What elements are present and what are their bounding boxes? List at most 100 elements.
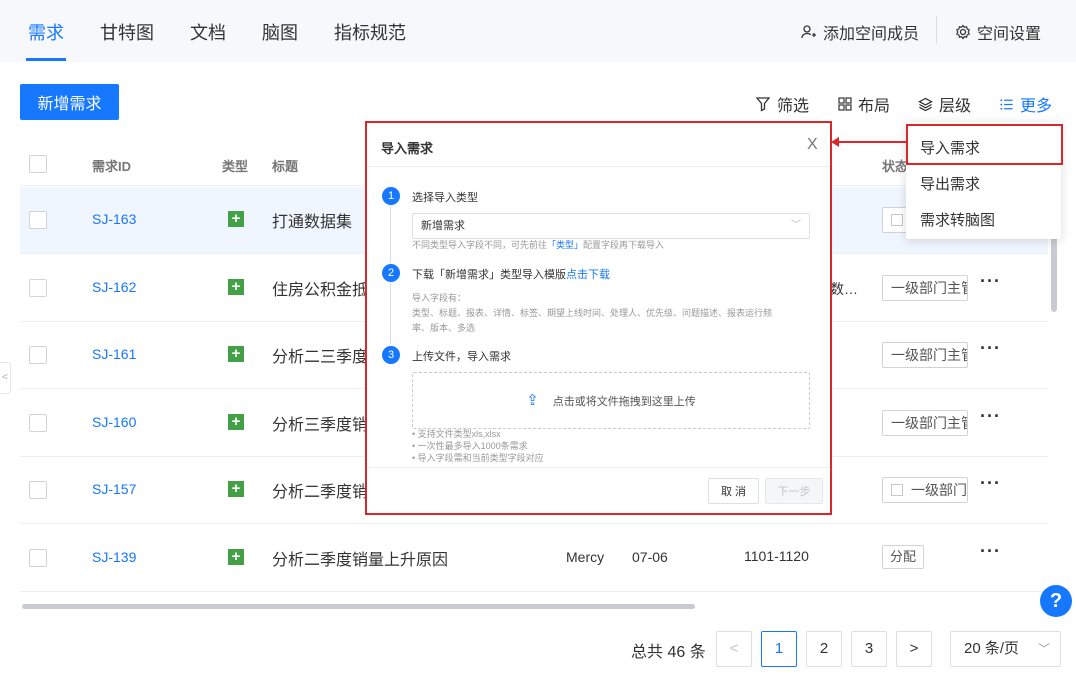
requirement-id-link[interactable]: SJ-157 bbox=[92, 481, 136, 497]
vertical-scrollbar[interactable] bbox=[1051, 236, 1057, 312]
prev-page-button[interactable]: < bbox=[716, 631, 752, 667]
grid-icon bbox=[838, 97, 852, 111]
step-1-badge: 1 bbox=[382, 187, 400, 205]
help-button[interactable]: ? bbox=[1040, 585, 1072, 617]
horizontal-scrollbar[interactable] bbox=[22, 604, 695, 609]
new-requirement-button[interactable]: 新增需求 bbox=[20, 84, 119, 120]
layout-button[interactable]: 布局 bbox=[838, 92, 890, 116]
row-checkbox[interactable] bbox=[29, 549, 47, 567]
row-checkbox[interactable] bbox=[29, 279, 47, 297]
status-select[interactable]: 一级部门主管 bbox=[882, 410, 968, 436]
assign-button[interactable]: 分配 bbox=[882, 545, 925, 569]
requirement-range: 数… bbox=[830, 281, 858, 297]
row-more-icon[interactable]: ··· bbox=[980, 338, 1001, 359]
header-title[interactable]: 标题 bbox=[272, 156, 298, 175]
import-fields-line: 类型、标题、报表、详情、标签、期望上线时间、处理人、优先级、问题描述、报表运行频 bbox=[412, 308, 773, 318]
dialog-title: 导入需求 bbox=[381, 141, 434, 156]
requirement-id-link[interactable]: SJ-160 bbox=[92, 414, 136, 430]
tab-gantt[interactable]: 甘特图 bbox=[100, 19, 154, 45]
requirement-owner: Mercy bbox=[566, 549, 605, 565]
row-checkbox[interactable] bbox=[29, 346, 47, 364]
upload-icon: ⇪ bbox=[526, 392, 539, 409]
row-checkbox[interactable] bbox=[29, 414, 47, 432]
cancel-button[interactable]: 取 消 bbox=[708, 478, 759, 504]
requirement-id-link[interactable]: SJ-162 bbox=[92, 279, 136, 295]
status-checkbox[interactable] bbox=[891, 214, 903, 226]
page-size-select[interactable]: 20 条/页 ﹀ bbox=[950, 631, 1061, 667]
import-highlight-box bbox=[906, 124, 1063, 165]
requirement-date: 07-06 bbox=[632, 549, 668, 565]
page-1-button[interactable]: 1 bbox=[761, 631, 797, 667]
layout-label: 布局 bbox=[858, 98, 891, 115]
upload-note: • 导入字段需和当前类型字段对应 bbox=[412, 453, 544, 463]
menu-item-to-mindmap[interactable]: 需求转脑图 bbox=[920, 209, 995, 230]
import-type-select[interactable]: 新增需求 ﹀ bbox=[412, 213, 810, 239]
upload-dropzone[interactable]: ⇪ 点击或将文件拖拽到这里上传 bbox=[412, 372, 810, 429]
sidebar-collapse-button[interactable]: < bbox=[0, 362, 11, 394]
status-select[interactable]: 一级部门主管 bbox=[882, 275, 968, 301]
level-button[interactable]: 层级 bbox=[918, 92, 971, 116]
filter-label: 筛选 bbox=[777, 98, 810, 115]
active-tab-indicator bbox=[26, 58, 66, 61]
step-1-title: 选择导入类型 bbox=[412, 192, 478, 204]
table-row[interactable]: SJ-139 + 分析二季度销量上升原因 Mercy 07-06 1101-11… bbox=[20, 525, 1048, 592]
tab-metric-spec[interactable]: 指标规范 bbox=[334, 19, 406, 45]
status-select[interactable]: 一级部门主管 bbox=[882, 342, 968, 368]
dialog-footer-divider bbox=[367, 467, 830, 468]
list-icon bbox=[1000, 98, 1013, 110]
row-more-icon[interactable]: ··· bbox=[980, 473, 1001, 494]
step-connector bbox=[390, 205, 391, 263]
tab-mindmap[interactable]: 脑图 bbox=[262, 19, 298, 45]
requirement-title[interactable]: 分析二三季度 bbox=[272, 343, 368, 367]
close-icon[interactable]: X bbox=[807, 136, 818, 154]
row-more-icon[interactable]: ··· bbox=[980, 406, 1001, 427]
step-2-badge: 2 bbox=[382, 264, 400, 282]
import-fields-line: 率、版本、多选 bbox=[412, 323, 476, 333]
chevron-down-icon: ﹀ bbox=[1037, 642, 1050, 656]
row-more-icon[interactable]: ··· bbox=[980, 271, 1001, 292]
select-all-checkbox[interactable] bbox=[29, 155, 47, 173]
tab-requirements[interactable]: 需求 bbox=[28, 19, 64, 45]
requirement-type-icon: + bbox=[228, 279, 244, 295]
space-settings-label: 空间设置 bbox=[977, 26, 1042, 43]
requirement-type-icon: + bbox=[228, 211, 244, 227]
requirement-title[interactable]: 分析三季度销 bbox=[272, 411, 368, 435]
gear-icon bbox=[955, 24, 971, 40]
add-member-button[interactable]: 添加空间成员 bbox=[801, 20, 919, 44]
next-step-button[interactable]: 下一步 bbox=[765, 478, 823, 504]
status-select[interactable]: 一级部门主 bbox=[882, 477, 968, 503]
requirement-title[interactable]: 分析二季度销量上升原因 bbox=[272, 546, 448, 570]
requirement-id-link[interactable]: SJ-163 bbox=[92, 211, 136, 227]
step-2-title: 下载「新增需求」类型导入模版点击下载 bbox=[412, 269, 610, 281]
menu-item-export[interactable]: 导出需求 bbox=[920, 173, 980, 194]
tab-docs[interactable]: 文档 bbox=[190, 19, 226, 45]
nav-divider bbox=[936, 16, 937, 44]
requirement-title[interactable]: 打通数据集 bbox=[272, 208, 352, 232]
requirement-id-link[interactable]: SJ-139 bbox=[92, 549, 136, 565]
row-more-icon[interactable]: ··· bbox=[980, 541, 1001, 562]
requirement-type-icon: + bbox=[228, 481, 244, 497]
filter-icon bbox=[755, 97, 771, 112]
requirement-range: 1101-1120 bbox=[744, 548, 809, 564]
next-page-button[interactable]: > bbox=[896, 631, 932, 667]
type-config-link[interactable]: 「类型」 bbox=[547, 240, 583, 250]
space-settings-button[interactable]: 空间设置 bbox=[955, 20, 1041, 44]
header-status[interactable]: 状态 bbox=[882, 156, 908, 175]
more-button[interactable]: 更多 bbox=[999, 92, 1052, 116]
download-template-link[interactable]: 点击下载 bbox=[566, 269, 610, 281]
filter-button[interactable]: 筛选 bbox=[755, 92, 809, 116]
dialog-divider bbox=[367, 166, 830, 167]
requirement-id-link[interactable]: SJ-161 bbox=[92, 346, 136, 362]
status-checkbox[interactable] bbox=[891, 484, 903, 496]
header-type[interactable]: 类型 bbox=[222, 156, 248, 175]
page-3-button[interactable]: 3 bbox=[851, 631, 887, 667]
annotation-arrow-head bbox=[831, 137, 839, 147]
requirement-title[interactable]: 分析二季度销 bbox=[272, 478, 368, 502]
header-id[interactable]: 需求ID bbox=[92, 156, 131, 175]
page-2-button[interactable]: 2 bbox=[806, 631, 842, 667]
row-checkbox[interactable] bbox=[29, 211, 47, 229]
row-checkbox[interactable] bbox=[29, 481, 47, 499]
add-member-label: 添加空间成员 bbox=[823, 26, 920, 43]
annotation-arrow bbox=[838, 141, 906, 143]
requirement-title[interactable]: 住房公积金抵 bbox=[272, 276, 368, 300]
